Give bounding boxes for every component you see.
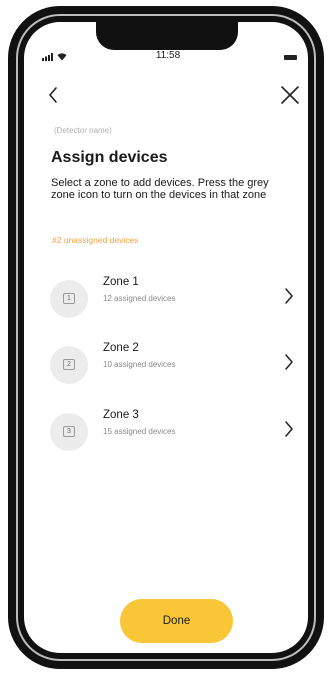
close-icon [281, 86, 299, 104]
zone-row-2[interactable]: 2 Zone 2 10 assigned devices [46, 341, 296, 385]
zone-name: Zone 2 [103, 342, 139, 354]
close-button[interactable] [278, 82, 302, 108]
zone-name: Zone 3 [103, 409, 139, 421]
app-screen: 11:58 (Detector name) Assign devices Sel… [24, 22, 308, 653]
status-bar: 11:58 [24, 22, 308, 62]
zone-device-count: 12 assigned devices [103, 294, 176, 303]
done-button[interactable]: Done [120, 599, 233, 643]
battery-icon [284, 55, 297, 60]
zone-name: Zone 1 [103, 276, 139, 288]
zone-toggle-button[interactable]: 1 [50, 280, 88, 318]
wifi-icon [57, 53, 67, 61]
chevron-right-icon [285, 288, 293, 304]
chevron-right-icon [285, 421, 293, 437]
zone-device-count: 15 assigned devices [103, 427, 176, 436]
detector-name: (Detector name) [54, 126, 112, 135]
zone-device-count: 10 assigned devices [103, 360, 176, 369]
status-time: 11:58 [155, 50, 181, 61]
page-description: Select a zone to add devices. Press the … [51, 177, 269, 201]
chevron-right-icon [285, 354, 293, 370]
zone-3-icon: 3 [63, 426, 75, 437]
zone-1-icon: 1 [63, 293, 75, 304]
zone-2-icon: 2 [63, 359, 75, 370]
chevron-left-icon [49, 87, 57, 103]
zone-row-1[interactable]: 1 Zone 1 12 assigned devices [46, 275, 296, 319]
zone-row-3[interactable]: 3 Zone 3 15 assigned devices [46, 408, 296, 452]
back-button[interactable] [44, 82, 66, 108]
zone-toggle-button[interactable]: 2 [50, 346, 88, 384]
signal-icon [42, 53, 53, 61]
unassigned-devices-link[interactable]: #2 unassigned devices [52, 235, 138, 245]
page-title: Assign devices [51, 149, 168, 166]
zone-toggle-button[interactable]: 3 [50, 413, 88, 451]
